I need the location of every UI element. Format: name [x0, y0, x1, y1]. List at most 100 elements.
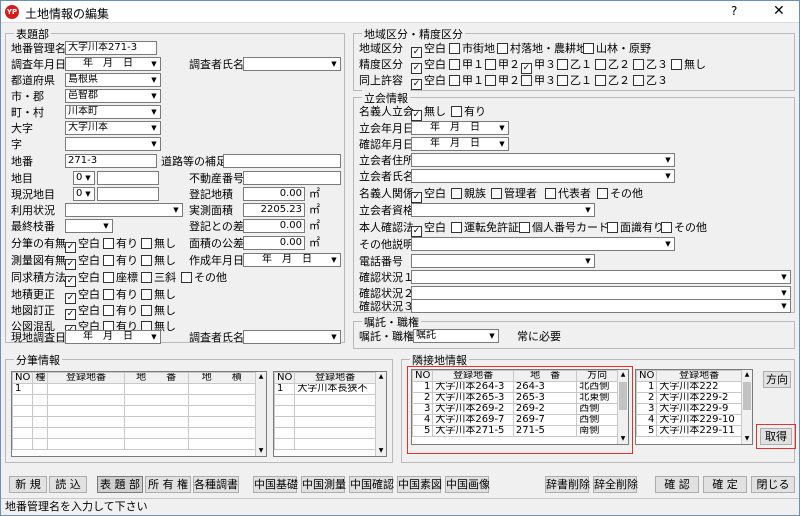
name-select[interactable]: ▼ — [411, 169, 675, 183]
table-row[interactable] — [12, 438, 257, 450]
chiiki-opt-0[interactable]: ✓ 空白 — [411, 42, 446, 58]
chiseki-kuuhaku-checkbox[interactable]: ✓ 空白 — [65, 288, 100, 304]
bunpitsu-sub-table[interactable]: NO 登録地番 1 大字川本長狭不 ▲ ▼ — [273, 371, 387, 457]
scrollbar[interactable]: ▲ ▼ — [255, 372, 266, 456]
zen-sakujo-button[interactable]: 辞全削除 — [593, 476, 638, 493]
sokuryo-kuuhaku-checkbox[interactable]: ✓ 空白 — [65, 254, 100, 270]
chiiki-opt-3[interactable]: 山林・原野 — [583, 42, 651, 56]
table-row[interactable]: 4 大字川本229-10 — [636, 414, 742, 426]
table-row[interactable]: 1 大字川本長狭不 — [274, 383, 376, 395]
meigi-nashi-checkbox[interactable]: ✓ 無し — [411, 105, 446, 121]
seido-opt-6[interactable]: 乙３ — [633, 58, 668, 72]
table-row[interactable] — [12, 427, 257, 439]
bunkatsu-nashi-checkbox[interactable]: 無し — [141, 237, 176, 251]
table-row[interactable]: 3 大字川本229-9 — [636, 403, 742, 415]
chiban-input[interactable]: 271-3 — [65, 154, 157, 168]
chevron-down-icon[interactable]: ▼ — [256, 446, 266, 456]
bunpitsu-table[interactable]: NO 種 登録地番 地 番 地 積 1 ▲ ▼ — [11, 371, 267, 457]
chugoku-kiso-button[interactable]: 中国基礎 — [253, 476, 298, 493]
shigun-select[interactable]: 邑智郡 ▼ — [65, 89, 161, 103]
seido-opt-1[interactable]: 甲１ — [449, 58, 484, 72]
table-row[interactable]: 1 — [12, 383, 257, 395]
address-select[interactable]: ▼ — [411, 153, 675, 167]
saishu-select[interactable]: ▼ — [65, 219, 113, 233]
dojyo-opt-2[interactable]: 甲２ — [485, 74, 520, 88]
chimoku-name-input[interactable] — [97, 171, 159, 185]
chugoku-kakunin-button[interactable]: 中国確認 — [349, 476, 394, 493]
chiseki-ari-checkbox[interactable]: 有り — [103, 288, 138, 302]
dokyoku-sonota-checkbox[interactable]: その他 — [181, 271, 227, 285]
chiban-kanri-input[interactable]: 大字川本271-3 — [65, 41, 157, 55]
table-row[interactable] — [12, 405, 257, 417]
scrollbar[interactable]: ▲ ▼ — [741, 370, 752, 444]
honnin-opt-2[interactable]: 個人番号カード — [519, 221, 609, 235]
dokyoku-sankyaku-checkbox[interactable]: 三斜 — [141, 271, 176, 285]
status3-select[interactable]: ▼ — [411, 299, 791, 313]
table-row[interactable] — [12, 416, 257, 428]
shinki-button[interactable]: 新 規 — [9, 476, 47, 493]
kakunin-date-select[interactable]: 年 月 日 ▼ — [411, 137, 509, 151]
toki-sa-input[interactable]: 0.00 — [243, 219, 305, 233]
genkyo-name-input[interactable] — [97, 187, 159, 201]
seido-opt-0[interactable]: ✓ 空白 — [411, 58, 446, 74]
seido-opt-5[interactable]: 乙２ — [595, 58, 630, 72]
jisho-sakujo-button[interactable]: 辞書削除 — [545, 476, 590, 493]
table-row[interactable]: 5 大字川本229-11 — [636, 425, 742, 437]
close-window-button[interactable]: ✕ — [773, 3, 785, 19]
toki-menseki-input[interactable]: 0.00 — [243, 187, 305, 201]
honnin-opt-4[interactable]: その他 — [661, 221, 707, 235]
hyodaibu-button[interactable]: 表 題 部 — [97, 476, 143, 493]
honnin-opt-1[interactable]: 運転免許証 — [451, 221, 519, 235]
bunkatsu-kuuhaku-checkbox[interactable]: ✓ 空白 — [65, 237, 100, 253]
tachiai-date-select[interactable]: 年 月 日 ▼ — [411, 121, 509, 135]
chevron-down-icon[interactable]: ▼ — [742, 434, 752, 444]
scroll-thumb[interactable] — [743, 382, 751, 410]
jissoku-input[interactable]: 2205.23 — [243, 203, 305, 217]
kakunin-button[interactable]: 確 認 — [655, 476, 699, 493]
chimoku-select[interactable]: 0 ▼ — [73, 171, 95, 185]
dojyo-opt-0[interactable]: ✓ 空白 — [411, 74, 446, 90]
chiseki-nashi-checkbox[interactable]: 無し — [141, 288, 176, 302]
chosasha-select[interactable]: ▼ — [243, 57, 341, 71]
shoyuken-button[interactable]: 所 有 権 — [145, 476, 191, 493]
sokuryo-ari-checkbox[interactable]: 有り — [103, 254, 138, 268]
chiiki-opt-1[interactable]: 市街地 — [449, 42, 495, 56]
chizu-nashi-checkbox[interactable]: 無し — [141, 304, 176, 318]
kankei-opt-1[interactable]: 親族 — [451, 187, 486, 201]
seido-opt-7[interactable]: 無し — [671, 58, 706, 72]
sonota-select[interactable]: ▼ — [411, 237, 675, 251]
chiiki-opt-2[interactable]: 村落地・農耕地 — [497, 42, 587, 56]
kakushu-button[interactable]: 各種調書 — [193, 476, 239, 493]
dokyoku-zahyo-checkbox[interactable]: 座標 — [103, 271, 138, 285]
table-row[interactable] — [12, 394, 257, 406]
sakusei-select[interactable]: 年 月 日 ▼ — [243, 253, 341, 267]
shokutaku-select[interactable]: 嘱託 ▼ — [413, 329, 499, 343]
seido-opt-2[interactable]: 甲２ — [485, 58, 520, 72]
table-row[interactable] — [274, 438, 376, 450]
aza-select[interactable]: ▼ — [65, 137, 161, 151]
chevron-up-icon[interactable]: ▲ — [376, 372, 386, 382]
status2-select[interactable]: ▼ — [411, 286, 791, 300]
table-row[interactable] — [274, 416, 376, 428]
dojyo-opt-5[interactable]: 乙２ — [595, 74, 630, 88]
chugoku-gazo-button[interactable]: 中国画像 — [445, 476, 490, 493]
yomikomi-button[interactable]: 読 込 — [49, 476, 87, 493]
genkyo-select[interactable]: 0 ▼ — [73, 187, 95, 201]
sokuryo-nashi-checkbox[interactable]: 無し — [141, 254, 176, 268]
tojiru-button[interactable]: 閉じる — [751, 476, 795, 493]
genchi-select[interactable]: 年 月 日 ▼ — [65, 330, 161, 344]
oaza-select[interactable]: 大字川本 ▼ — [65, 121, 161, 135]
kankei-opt-4[interactable]: その他 — [597, 187, 643, 201]
todofuken-select[interactable]: 島根県 ▼ — [65, 73, 161, 87]
honnin-opt-3[interactable]: 面識有り — [607, 221, 664, 235]
chugoku-sokuryo-button[interactable]: 中国測量 — [301, 476, 346, 493]
table-row[interactable] — [274, 427, 376, 439]
shikaku-select[interactable]: ▼ — [411, 203, 595, 217]
kankei-opt-2[interactable]: 管理者 — [491, 187, 537, 201]
table-row[interactable]: 1 大字川本222 — [636, 381, 742, 393]
chugoku-sozu-button[interactable]: 中国素図 — [397, 476, 442, 493]
table-row[interactable] — [274, 394, 376, 406]
dojyo-opt-3[interactable]: 甲３ — [521, 74, 556, 88]
dojyo-opt-1[interactable]: 甲１ — [449, 74, 484, 88]
kakutei-button[interactable]: 確 定 — [703, 476, 747, 493]
